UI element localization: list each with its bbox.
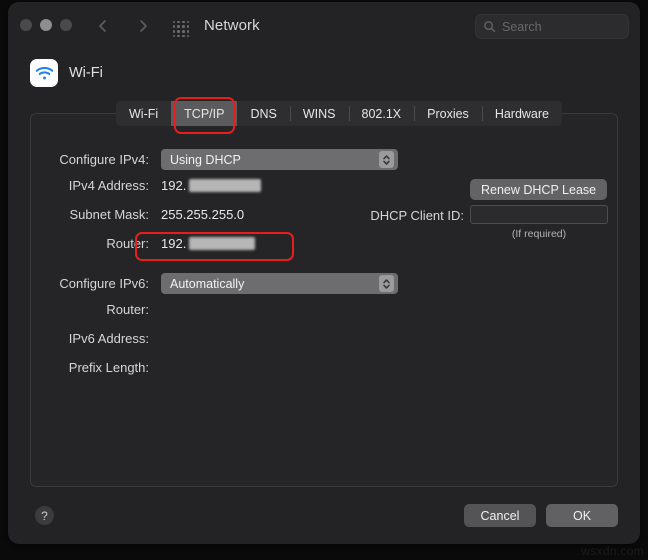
tab-wifi[interactable]: Wi-Fi bbox=[116, 101, 171, 126]
watermark: wsxdn.com bbox=[581, 544, 644, 558]
tab-8021x[interactable]: 802.1X bbox=[349, 101, 415, 126]
footer-bar: ? Cancel OK bbox=[8, 2, 640, 544]
cancel-button[interactable]: Cancel bbox=[464, 504, 536, 527]
network-preferences-window: Network Search Wi-Fi Configure IPv4: Usi… bbox=[8, 2, 640, 544]
tab-tcpip[interactable]: TCP/IP bbox=[171, 101, 237, 126]
tab-hardware[interactable]: Hardware bbox=[482, 101, 562, 126]
tab-proxies[interactable]: Proxies bbox=[414, 101, 482, 126]
settings-tab-bar: Wi-Fi TCP/IP DNS WINS 802.1X Proxies Har… bbox=[116, 101, 562, 126]
tab-wins[interactable]: WINS bbox=[290, 101, 349, 126]
help-button[interactable]: ? bbox=[35, 506, 54, 525]
ok-button[interactable]: OK bbox=[546, 504, 618, 527]
tab-dns[interactable]: DNS bbox=[237, 101, 289, 126]
